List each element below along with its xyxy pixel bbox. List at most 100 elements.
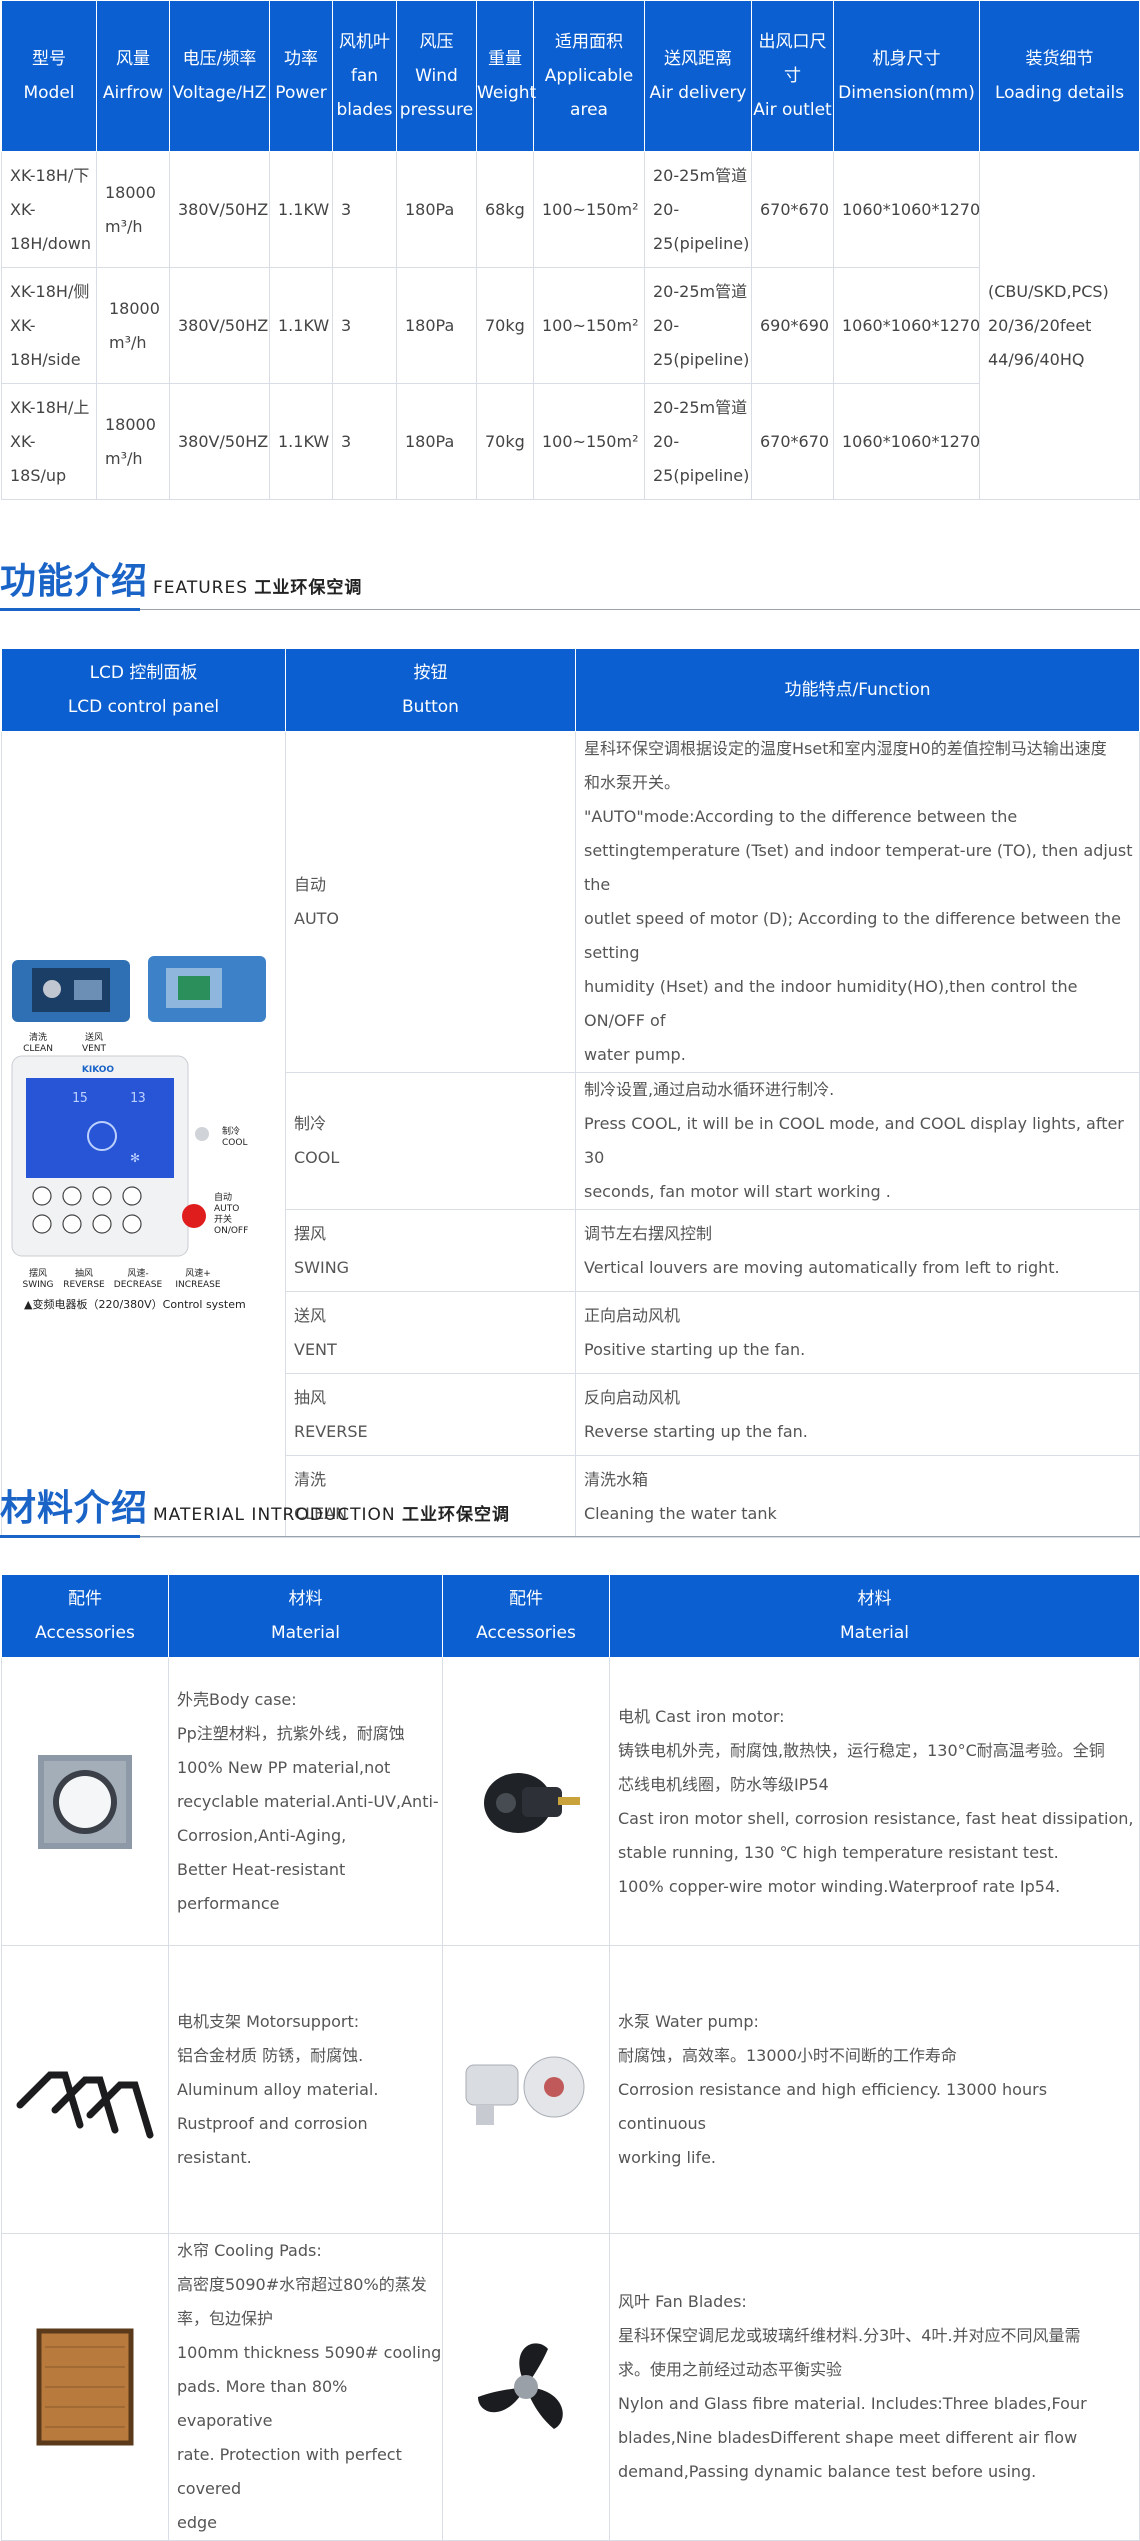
spec-row: XK-18H/侧 XK- 18H/side 18000 m³/h 380V/50HZ … <box>1 267 1140 384</box>
cooling-pad-icon <box>36 2328 134 2446</box>
cell-area: 100~150m² <box>533 151 645 268</box>
header-fan-blades: 风机叶 fan blades <box>332 0 397 152</box>
cell-power: 1.1KW <box>269 151 333 268</box>
spec-row: XK-18H/上 XK- 18S/up 18000 m³/h 380V/50HZ 1.… <box>1 383 1140 500</box>
control-system-caption: ▲变频电器板（220/380V）Control system <box>24 1297 246 1311</box>
divider <box>0 1536 1140 1537</box>
button-icon <box>122 1185 142 1206</box>
cell-outlet: 670*670 <box>751 383 834 500</box>
product-page: 型号 Model 风量 Airfrow 电压/频率 Voltage/HZ 功率 Powe… <box>0 0 1140 2541</box>
material-text-cell: 水帘 Cooling Pads: 高密度5090#水帘超过80%的蒸发 率，包边保… <box>168 2233 443 2541</box>
button-cell: 摆风 SWING <box>285 1209 576 1292</box>
spec-header-row: 型号 Model 风量 Airfrow 电压/频率 Voltage/HZ 功率 Powe… <box>1 0 1140 152</box>
spec-row: XK-18H/下 XK- 18H/down 18000 m³/h 380V/50HZ … <box>1 151 1140 500</box>
divider <box>0 609 1140 610</box>
material-text-cell: 风叶 Fan Blades: 星科环保空调尼龙或玻璃纤维材料.分3叶、4叶.并对应… <box>609 2233 1140 2541</box>
svg-text:REVERSE: REVERSE <box>63 1280 105 1290</box>
button-cell: 抽风 REVERSE <box>285 1373 576 1456</box>
cell-airflow: 18000 m³/h <box>96 383 170 500</box>
spec-table: 型号 Model 风量 Airfrow 电压/频率 Voltage/HZ 功率 Powe… <box>1 0 1140 500</box>
cell-airflow: 18000 m³/h <box>96 267 170 384</box>
button-cell: 自动 AUTO <box>285 731 576 1073</box>
cell-area: 100~150m² <box>533 267 645 384</box>
cell-dimension: 1060*1060*1270 <box>833 151 980 268</box>
vent-label: 送风 <box>85 1031 103 1043</box>
lcd-panel-cell: 清洗 CLEAN 送风 VENT KIKOO 15 13 ✻ 制冷 COOL 自… <box>1 731 286 1538</box>
cell-airflow: 18000 m³/h <box>96 151 170 268</box>
header-area: 适用面积 Applicable area <box>533 0 645 152</box>
features-table: LCD 控制面板 LCD control panel 按钮 Button 功能特点/… <box>1 648 1140 1538</box>
header-model: 型号 Model <box>1 0 97 152</box>
header-material: 材料 Material <box>168 1574 443 1658</box>
header-airflow: 风量 Airfrow <box>96 0 170 152</box>
heading-underline <box>0 1535 140 1538</box>
features-heading: 功能介绍 FEATURES 工业环保空调 <box>0 558 1140 611</box>
header-weight: 重量 Weight <box>476 0 536 152</box>
accessory-image-cell <box>1 1657 169 1946</box>
cell-pressure: 180Pa <box>396 151 477 268</box>
header-button: 按钮 Button <box>285 648 576 732</box>
cell-blades: 3 <box>332 383 397 500</box>
accessory-image-cell <box>442 1945 610 2234</box>
svg-text:SWING: SWING <box>23 1280 54 1290</box>
onoff-label: 开关 <box>214 1213 232 1225</box>
lcd-screen <box>26 1077 174 1178</box>
cell-model: XK-18H/侧 XK- 18H/side <box>1 267 97 384</box>
header-lcd-panel: LCD 控制面板 LCD control panel <box>1 648 286 732</box>
cell-delivery: 20-25m管道 20- 25(pipeline) <box>644 383 752 500</box>
header-accessories: 配件 Accessories <box>442 1574 610 1658</box>
header-material: 材料 Material <box>609 1574 1140 1658</box>
header-air-delivery: 送风距离 Air delivery <box>644 0 752 152</box>
decrease-label: 风速- <box>127 1268 148 1279</box>
feature-row: 清洗 CLEAN 送风 VENT KIKOO 15 13 ✻ 制冷 COOL 自… <box>1 731 1140 1538</box>
clean-label: 清洗 <box>29 1031 47 1043</box>
material-header-row: 配件 Accessories 材料 Material 配件 Accessories 材… <box>1 1574 1140 1658</box>
snowflake-icon: ✻ <box>130 1151 140 1165</box>
motor-icon <box>484 1772 580 1833</box>
features-heading-title: 功能介绍 <box>0 561 149 602</box>
header-voltage: 电压/频率 Voltage/HZ <box>169 0 270 152</box>
button-icon <box>92 1213 112 1234</box>
function-cell: 星科环保空调根据设定的温度Hset和室内湿度H0的差值控制马达输出速度 和水泵开关… <box>575 731 1140 1073</box>
button-icon <box>32 1185 52 1206</box>
button-icon <box>62 1213 82 1234</box>
power-button-icon <box>182 1203 206 1228</box>
cell-voltage: 380V/50HZ <box>169 151 270 268</box>
cell-outlet: 690*690 <box>751 267 834 384</box>
cell-pressure: 180Pa <box>396 383 477 500</box>
lcd-control-panel-image: 清洗 CLEAN 送风 VENT KIKOO 15 13 ✻ 制冷 COOL 自… <box>11 955 266 1311</box>
cell-weight: 70kg <box>476 267 534 384</box>
header-air-outlet: 出风口尺寸 Air outlet <box>751 0 834 152</box>
cell-weight: 70kg <box>476 383 534 500</box>
button-icon <box>32 1213 52 1234</box>
button-icon <box>62 1185 82 1206</box>
cell-blades: 3 <box>332 267 397 384</box>
cell-model: XK-18H/下 XK- 18H/down <box>1 151 97 268</box>
body-case-icon <box>38 1754 132 1849</box>
header-wind-pressure: 风压 Wind pressure <box>396 0 477 152</box>
features-header-row: LCD 控制面板 LCD control panel 按钮 Button 功能特点/… <box>1 648 1140 732</box>
header-accessories: 配件 Accessories <box>1 1574 169 1658</box>
heading-underline <box>0 608 140 611</box>
cell-power: 1.1KW <box>269 267 333 384</box>
cell-area: 100~150m² <box>533 383 645 500</box>
features-heading-subtitle: FEATURES 工业环保空调 <box>153 578 363 598</box>
cool-label: 制冷 <box>222 1125 240 1137</box>
cell-loading: (CBU/SKD,PCS) 20/36/20feet 44/96/40HQ <box>979 151 1140 500</box>
svg-text:DECREASE: DECREASE <box>114 1280 163 1290</box>
button-icon <box>92 1185 112 1206</box>
swing-label: 摆风 <box>29 1267 47 1279</box>
cell-outlet: 670*670 <box>751 151 834 268</box>
cell-dimension: 1060*1060*1270 <box>833 383 980 500</box>
motor-support-icon <box>16 2071 154 2138</box>
function-cell: 制冷设置,通过启动水循环进行制冷. Press COOL, it will be … <box>575 1072 1140 1210</box>
reverse-label: 抽风 <box>75 1267 93 1279</box>
header-loading: 装货细节 Loading details <box>979 0 1140 152</box>
svg-text:INCREASE: INCREASE <box>175 1280 220 1290</box>
cell-blades: 3 <box>332 151 397 268</box>
accessory-image-cell <box>1 1945 169 2234</box>
material-row: 外壳Body case: Pp注塑材料，抗紫外线，耐腐蚀 100% New PP … <box>1 1657 1140 1946</box>
cell-model: XK-18H/上 XK- 18S/up <box>1 383 97 500</box>
header-function: 功能特点/Function <box>575 648 1140 732</box>
material-row: 电机支架 Motorsupport: 铝合金材质 防锈，耐腐蚀. Aluminum… <box>1 1945 1140 2234</box>
